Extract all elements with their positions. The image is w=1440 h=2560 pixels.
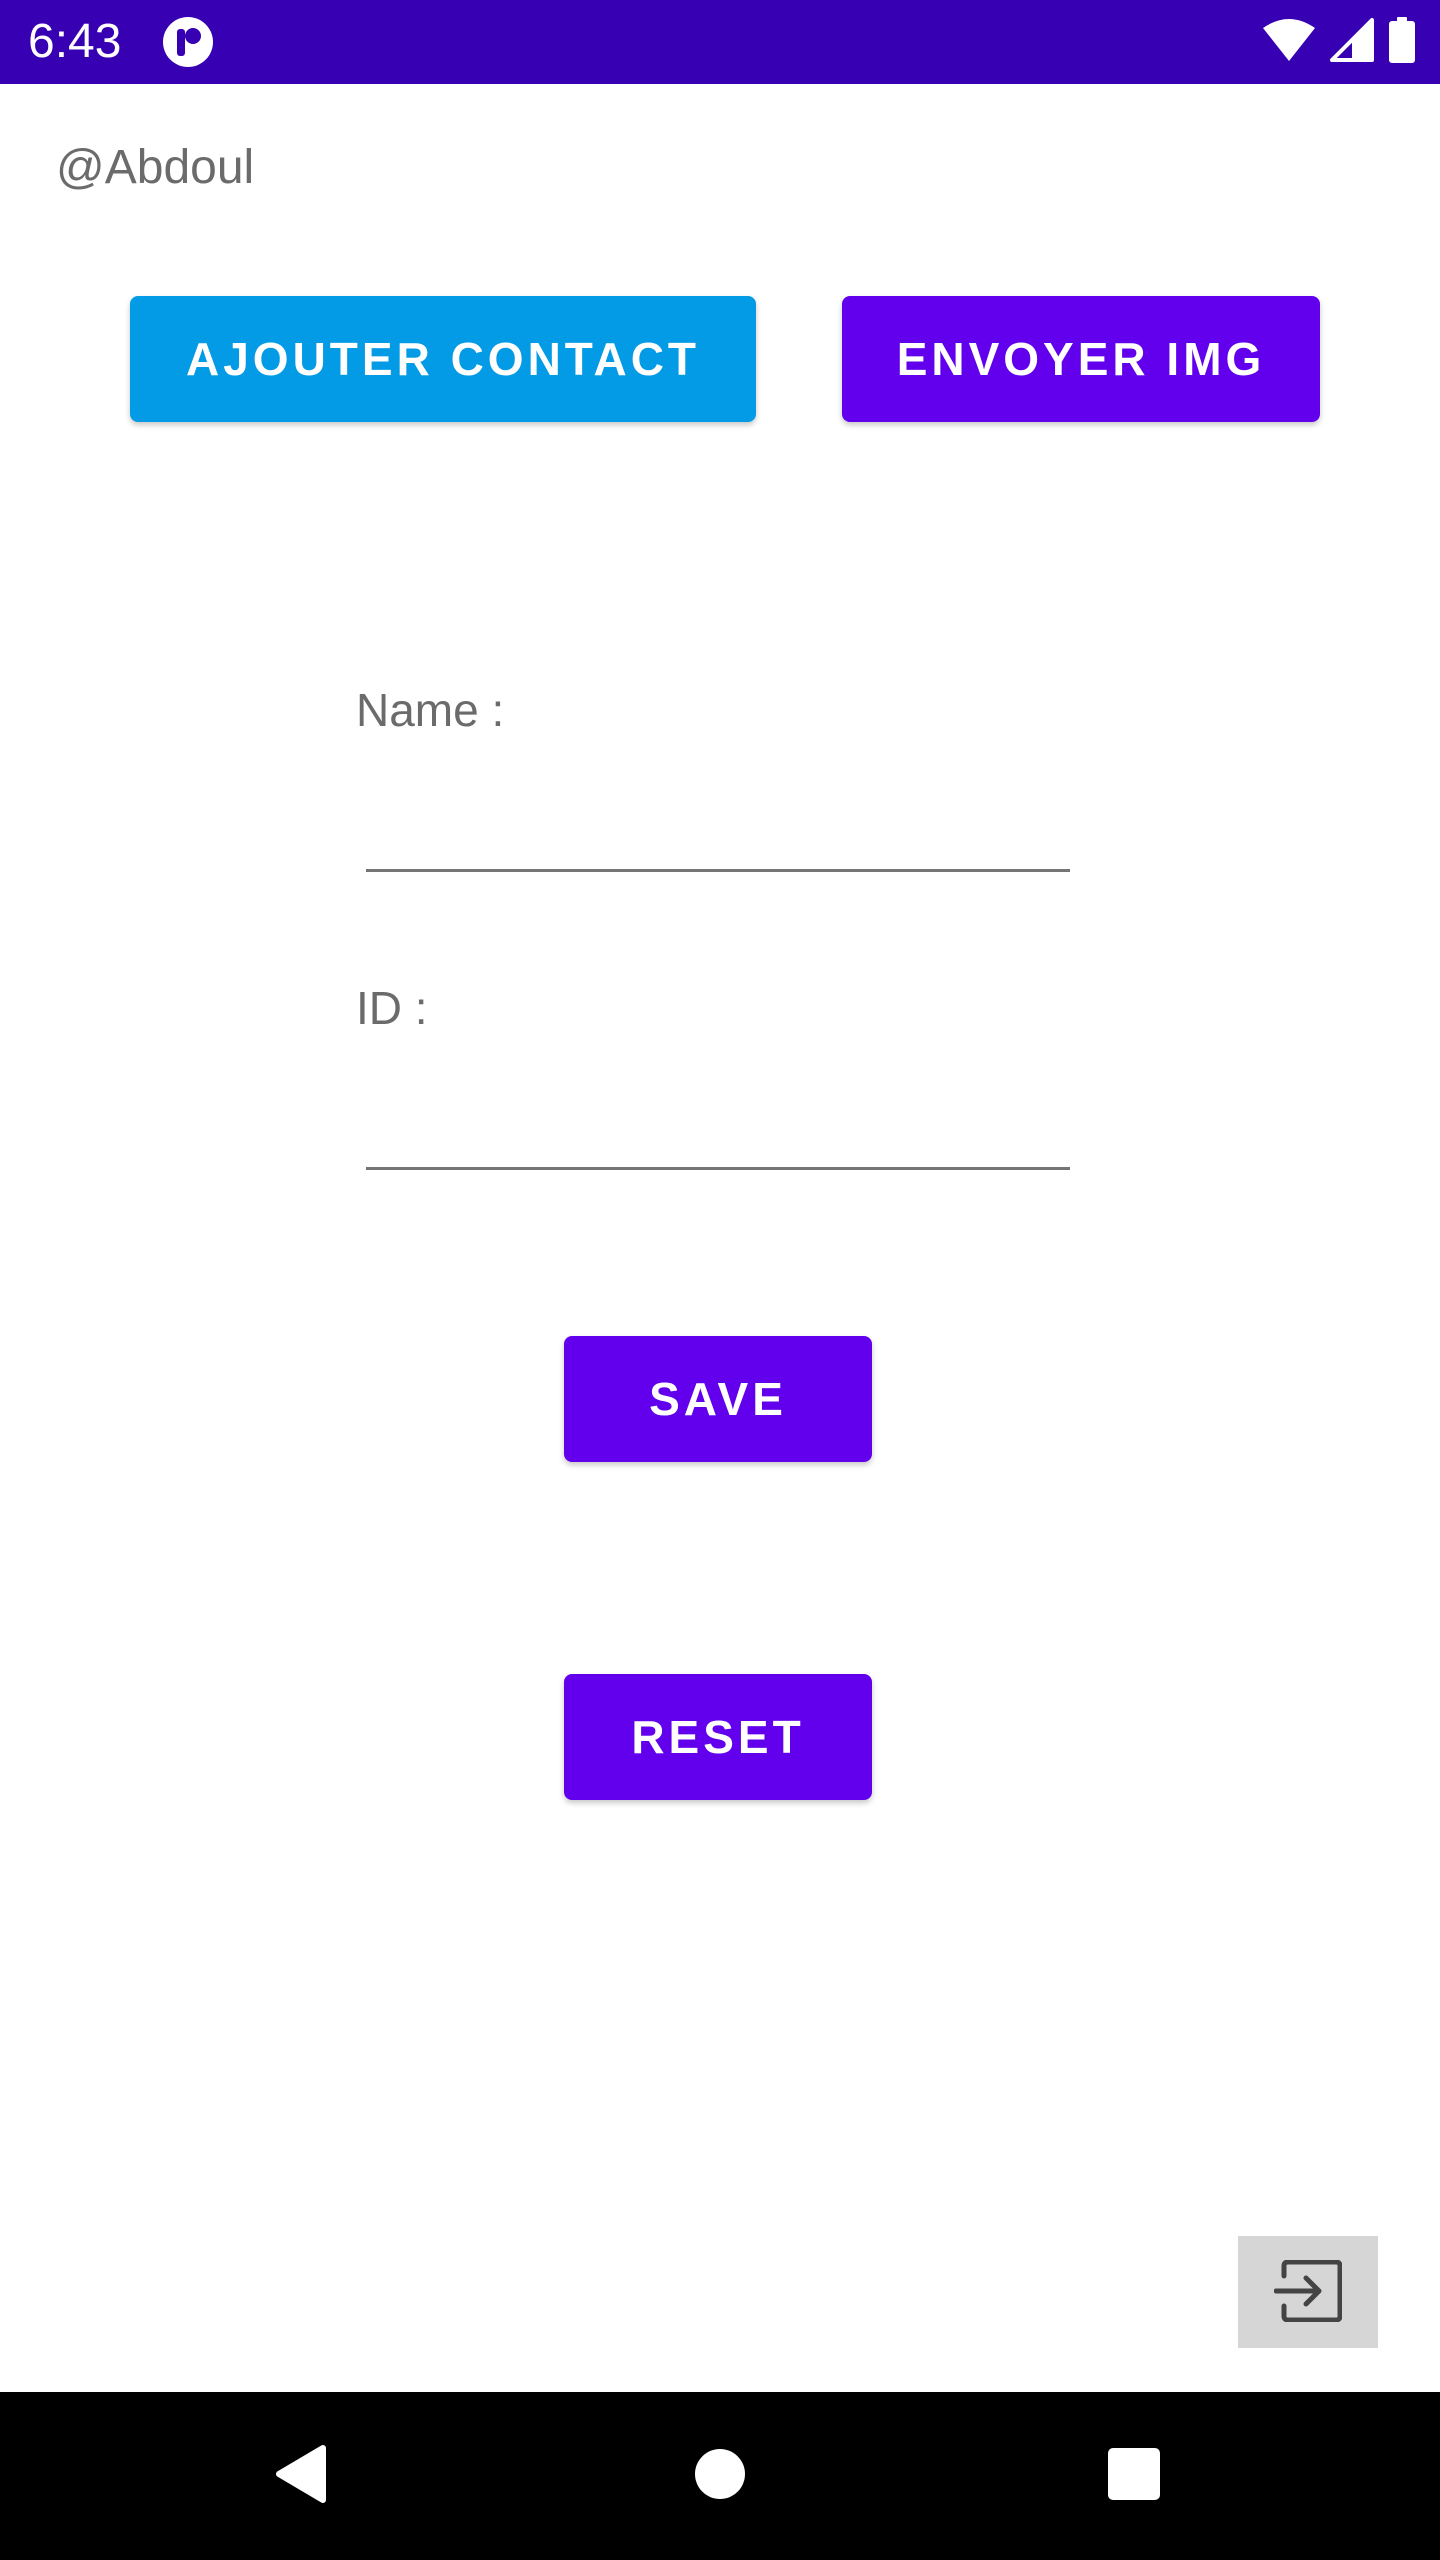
- app-screen: 6:43 @Abdoul AJOUTER CONTACT ENVOYER IMG…: [0, 0, 1440, 2560]
- cell-signal-icon: [1330, 17, 1374, 67]
- logout-icon: [1273, 2259, 1343, 2325]
- ajouter-contact-button[interactable]: AJOUTER CONTACT: [130, 296, 756, 422]
- navigation-bar: [0, 2392, 1440, 2560]
- logout-button[interactable]: [1238, 2236, 1378, 2348]
- name-label: Name :: [356, 684, 505, 736]
- wifi-icon: [1262, 18, 1316, 67]
- status-icons: [1262, 14, 1416, 70]
- username-label: @Abdoul: [56, 141, 255, 194]
- battery-icon: [1388, 16, 1416, 68]
- id-label: ID :: [356, 982, 428, 1034]
- envoyer-img-button[interactable]: ENVOYER IMG: [842, 296, 1320, 422]
- status-bar: 6:43: [0, 0, 1440, 84]
- recents-icon: [1107, 2447, 1161, 2506]
- save-button[interactable]: SAVE: [564, 1336, 872, 1462]
- status-time: 6:43: [28, 15, 122, 68]
- nav-back-button[interactable]: [220, 2392, 380, 2560]
- home-icon: [694, 2448, 746, 2505]
- name-field[interactable]: [366, 802, 1070, 872]
- id-field[interactable]: [366, 1100, 1070, 1170]
- back-icon: [273, 2444, 327, 2509]
- reset-button[interactable]: RESET: [564, 1674, 872, 1800]
- app-notification-icon: [162, 16, 214, 68]
- nav-recents-button[interactable]: [1054, 2392, 1214, 2560]
- nav-home-button[interactable]: [640, 2392, 800, 2560]
